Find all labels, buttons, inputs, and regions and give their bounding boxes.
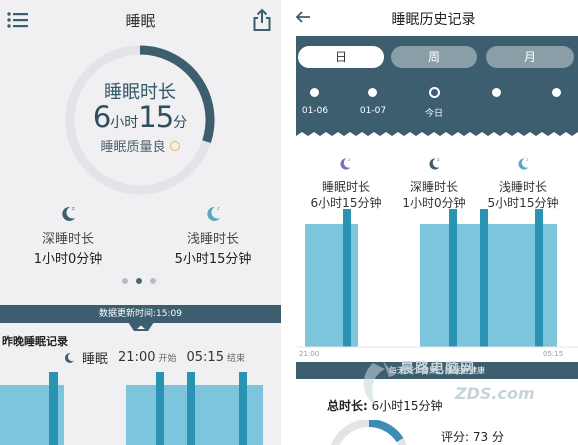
moon-icon: z bbox=[518, 157, 529, 170]
record-end-label: 结束 bbox=[226, 354, 245, 364]
record-label: 睡眠 bbox=[82, 352, 109, 367]
deep-sleep-bar bbox=[480, 209, 488, 347]
date-selector-panel: 日 周 月 01-06 01-07 今日 bbox=[296, 36, 578, 140]
watermark-sub: ZDS.com bbox=[455, 384, 535, 403]
svg-text:z: z bbox=[437, 157, 439, 162]
page-title: 睡眠 bbox=[125, 12, 156, 30]
share-icon[interactable] bbox=[252, 8, 272, 32]
date-point[interactable] bbox=[492, 88, 501, 97]
record-start-label: 开始 bbox=[158, 354, 177, 364]
deep-sleep-bar bbox=[343, 209, 351, 347]
top-bar: 睡眠历史记录 bbox=[289, 0, 578, 36]
date-point[interactable] bbox=[552, 88, 561, 97]
date-point[interactable] bbox=[368, 88, 377, 97]
light-sleep-label: 浅睡时长 bbox=[186, 232, 239, 247]
moon-icon: z bbox=[62, 206, 75, 221]
moon-icon: z bbox=[429, 157, 440, 170]
light-sleep-value: 5小时15分钟 bbox=[174, 252, 252, 267]
svg-text:z: z bbox=[526, 157, 528, 162]
sleep-screen: 睡眠 睡眠时长 6小时15分 睡眠质量良 z 深睡时长 1小时0分钟 z 浅睡时… bbox=[0, 0, 281, 445]
page-title: 睡眠历史记录 bbox=[391, 12, 476, 28]
ring-hours-unit: 小时 bbox=[110, 115, 139, 131]
tab-week[interactable]: 周 bbox=[391, 46, 477, 68]
ring-duration: 6小时15分 bbox=[64, 100, 216, 134]
column-label-deep: 深睡时长 bbox=[409, 180, 458, 194]
deep-sleep-bar bbox=[49, 372, 58, 445]
tab-day[interactable]: 日 bbox=[298, 46, 384, 68]
deep-sleep-value: 1小时0分钟 bbox=[33, 252, 103, 267]
tab-month[interactable]: 月 bbox=[486, 46, 574, 68]
deep-sleep-bar bbox=[535, 209, 543, 347]
svg-text:z: z bbox=[72, 206, 75, 212]
date-point[interactable] bbox=[310, 88, 319, 97]
ring-hours: 6 bbox=[92, 100, 111, 134]
date-label: 01-07 bbox=[359, 106, 387, 116]
score-gauge bbox=[330, 420, 408, 445]
deep-sleep-bar bbox=[449, 209, 457, 347]
last-night-record-title: 昨晚睡眠记录 bbox=[2, 335, 68, 348]
sleep-quality-text: 睡眠质量良 bbox=[100, 140, 166, 155]
score-value: 73 bbox=[472, 430, 489, 444]
sleep-quality: 睡眠质量良 bbox=[64, 136, 216, 155]
date-label-today: 今日 bbox=[424, 109, 443, 119]
expand-arrow-icon[interactable] bbox=[126, 322, 156, 332]
record-start-time: 21:00 bbox=[118, 350, 156, 365]
page-dot-active[interactable] bbox=[136, 278, 142, 284]
deep-sleep-bar bbox=[156, 372, 164, 445]
ring-minutes-unit: 分 bbox=[173, 115, 188, 131]
sleep-record-summary: 睡眠 21:00 开始 05:15 结束 bbox=[62, 348, 249, 368]
moon-icon: z bbox=[340, 157, 351, 170]
zigzag-edge bbox=[296, 132, 578, 140]
page-indicator[interactable] bbox=[122, 278, 162, 286]
moon-icon: z bbox=[207, 206, 220, 221]
date-label: 01-06 bbox=[301, 106, 329, 116]
daily-sleep-chart bbox=[296, 209, 578, 348]
svg-text:z: z bbox=[348, 157, 350, 162]
score-label: 评分: bbox=[441, 430, 470, 444]
column-label-sleep: 睡眠时长 bbox=[321, 180, 370, 194]
page-dot[interactable] bbox=[122, 278, 128, 284]
moon-icon bbox=[64, 352, 74, 363]
score: 评分: 73 分 bbox=[441, 428, 504, 445]
page-dot[interactable] bbox=[150, 278, 156, 284]
column-label-light: 浅睡时长 bbox=[498, 180, 547, 194]
smile-icon bbox=[169, 141, 180, 151]
watermark-site: 晨路电脑网 bbox=[400, 361, 475, 377]
update-time-bar: 数据更新时间:15:09 bbox=[0, 305, 281, 323]
ring-minutes: 15 bbox=[138, 100, 174, 134]
date-point-today[interactable] bbox=[429, 87, 440, 98]
axis-start-label: 21:00 bbox=[299, 350, 320, 358]
last-night-sleep-chart bbox=[0, 372, 263, 445]
record-end-time: 05:15 bbox=[186, 350, 224, 365]
deep-sleep-bar bbox=[239, 372, 247, 445]
deep-sleep-bar bbox=[187, 372, 195, 445]
svg-text:z: z bbox=[217, 206, 220, 212]
top-bar: 睡眠 bbox=[0, 0, 281, 40]
deep-sleep-label: 深睡时长 bbox=[41, 232, 94, 247]
score-unit: 分 bbox=[491, 430, 504, 444]
